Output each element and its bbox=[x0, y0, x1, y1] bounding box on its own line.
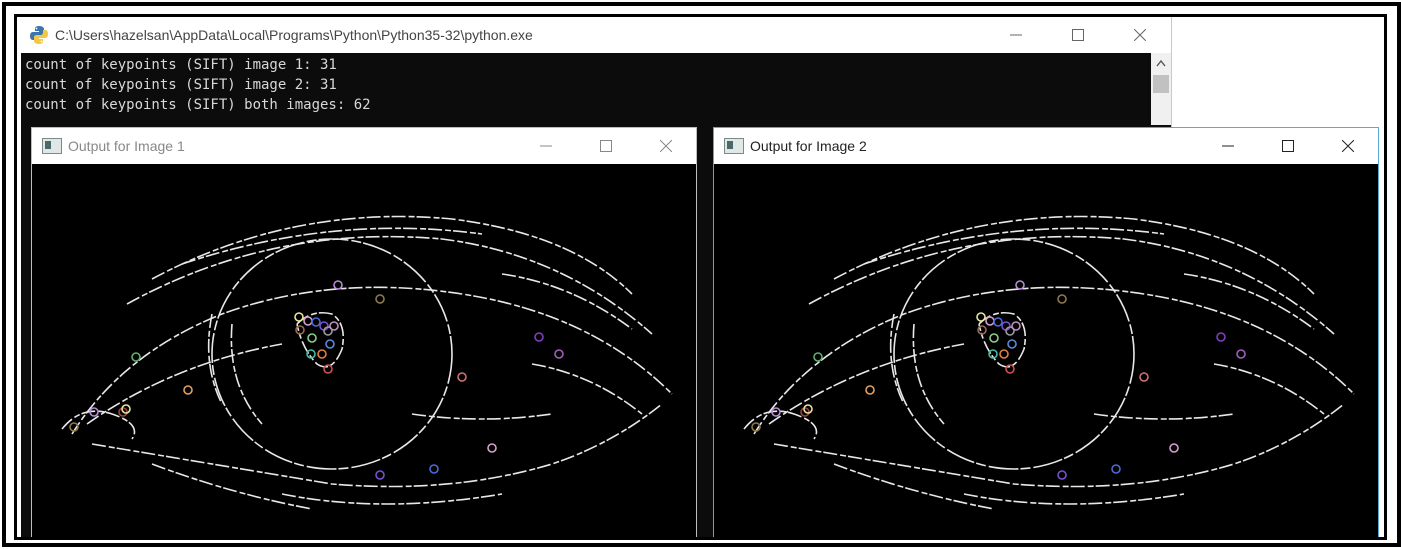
edge-stroke bbox=[501, 273, 633, 330]
close-button[interactable] bbox=[636, 128, 696, 164]
python-icon bbox=[30, 26, 48, 44]
maximize-button[interactable] bbox=[1047, 17, 1109, 53]
keypoint-marker bbox=[375, 294, 385, 304]
edge-stroke bbox=[126, 235, 653, 335]
image1-window: Output for Image 1 bbox=[31, 127, 697, 537]
edge-stroke bbox=[753, 286, 1355, 435]
eye-edge-image bbox=[61, 215, 673, 510]
edge-stroke bbox=[71, 286, 673, 435]
minimize-button[interactable] bbox=[1198, 128, 1258, 164]
keypoint-marker bbox=[303, 316, 313, 326]
keypoint-marker bbox=[131, 352, 141, 362]
edge-stroke bbox=[151, 463, 313, 510]
keypoint-marker bbox=[183, 385, 193, 395]
keypoint-marker bbox=[1057, 294, 1067, 304]
edge-stroke bbox=[773, 403, 1345, 488]
keypoint-marker bbox=[985, 316, 995, 326]
image2-window: Output for Image 2 bbox=[713, 127, 1379, 537]
close-button[interactable] bbox=[1109, 17, 1171, 53]
image2-titlebar[interactable]: Output for Image 2 bbox=[714, 128, 1378, 164]
keypoint-marker bbox=[311, 317, 321, 327]
keypoint-marker bbox=[307, 333, 317, 343]
keypoint-marker bbox=[1236, 349, 1246, 359]
image1-canvas bbox=[32, 164, 696, 537]
keypoint-marker bbox=[1011, 321, 1021, 331]
maximize-button[interactable] bbox=[1258, 128, 1318, 164]
keypoint-marker bbox=[1057, 470, 1067, 480]
keypoint-marker bbox=[375, 470, 385, 480]
scroll-up-button[interactable] bbox=[1151, 53, 1171, 73]
minimize-button[interactable] bbox=[516, 128, 576, 164]
minimize-button[interactable] bbox=[985, 17, 1047, 53]
close-icon bbox=[660, 140, 672, 152]
image1-titlebar[interactable]: Output for Image 1 bbox=[32, 128, 696, 164]
keypoint-marker bbox=[976, 312, 986, 322]
console-title: C:\Users\hazelsan\AppData\Local\Programs… bbox=[55, 27, 533, 43]
image2-canvas bbox=[714, 164, 1378, 537]
keypoint-marker bbox=[554, 349, 564, 359]
edge-stroke bbox=[230, 323, 263, 425]
console-line: count of keypoints (SIFT) image 1: 31 bbox=[25, 57, 337, 73]
scroll-thumb[interactable] bbox=[1153, 75, 1169, 93]
keypoint-marker bbox=[1007, 339, 1017, 349]
keypoint-marker bbox=[993, 317, 1003, 327]
keypoint-marker bbox=[813, 352, 823, 362]
edge-stroke bbox=[91, 403, 663, 488]
close-icon bbox=[1134, 29, 1146, 41]
keypoint-marker bbox=[295, 325, 305, 335]
keypoint-marker bbox=[294, 312, 304, 322]
maximize-button[interactable] bbox=[576, 128, 636, 164]
keypoint-marker bbox=[1139, 372, 1149, 382]
maximize-icon bbox=[600, 140, 612, 152]
keypoint-marker bbox=[999, 349, 1009, 359]
maximize-icon bbox=[1282, 140, 1294, 152]
iris-edge bbox=[893, 238, 1135, 470]
edge-stroke bbox=[1213, 363, 1325, 415]
keypoint-marker bbox=[329, 321, 339, 331]
keypoint-marker bbox=[1015, 280, 1025, 290]
keypoint-marker bbox=[333, 280, 343, 290]
window-app-icon bbox=[724, 138, 744, 154]
console-line: count of keypoints (SIFT) both images: 6… bbox=[25, 97, 371, 113]
console-scrollbar[interactable] bbox=[1151, 53, 1171, 125]
minimize-icon bbox=[540, 145, 552, 147]
keypoint-marker bbox=[325, 339, 335, 349]
keypoint-marker bbox=[989, 333, 999, 343]
keypoint-marker bbox=[1005, 364, 1015, 374]
edge-stroke bbox=[531, 363, 643, 415]
maximize-icon bbox=[1072, 29, 1084, 41]
edge-stroke bbox=[1183, 273, 1315, 330]
keypoint-marker bbox=[487, 443, 497, 453]
chevron-up-icon bbox=[1156, 59, 1166, 67]
minimize-icon bbox=[1010, 34, 1022, 36]
keypoint-marker bbox=[317, 349, 327, 359]
edge-stroke bbox=[912, 323, 945, 425]
keypoint-marker bbox=[534, 332, 544, 342]
keypoint-marker bbox=[1169, 443, 1179, 453]
edge-stroke bbox=[808, 235, 1335, 335]
keypoint-marker bbox=[1216, 332, 1226, 342]
screenshot-frame: C:\Users\hazelsan\AppData\Local\Programs… bbox=[14, 14, 1387, 540]
edge-stroke bbox=[281, 493, 503, 505]
keypoint-marker bbox=[323, 364, 333, 374]
iris-edge bbox=[211, 238, 453, 470]
console-titlebar[interactable]: C:\Users\hazelsan\AppData\Local\Programs… bbox=[21, 17, 1171, 53]
keypoint-marker bbox=[865, 385, 875, 395]
keypoint-marker bbox=[1111, 464, 1121, 474]
keypoint-marker bbox=[429, 464, 439, 474]
console-output: count of keypoints (SIFT) image 1: 31 cou… bbox=[25, 55, 371, 115]
edge-stroke bbox=[963, 493, 1185, 505]
keypoint-marker bbox=[977, 325, 987, 335]
close-button[interactable] bbox=[1318, 128, 1378, 164]
image1-title: Output for Image 1 bbox=[68, 138, 185, 154]
edge-stroke bbox=[833, 463, 995, 510]
keypoint-marker bbox=[457, 372, 467, 382]
minimize-icon bbox=[1222, 145, 1234, 147]
blank-area bbox=[1174, 17, 1384, 127]
close-icon bbox=[1342, 140, 1354, 152]
image2-title: Output for Image 2 bbox=[750, 138, 867, 154]
eye-edge-image bbox=[743, 215, 1355, 510]
console-line: count of keypoints (SIFT) image 2: 31 bbox=[25, 77, 337, 93]
window-app-icon bbox=[42, 138, 62, 154]
